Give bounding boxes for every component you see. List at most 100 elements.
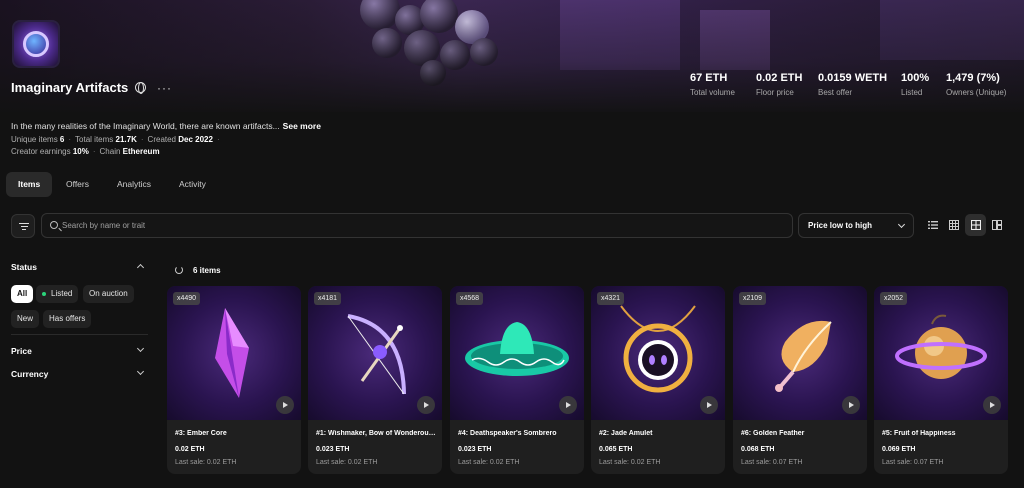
- banner-orb: [455, 10, 489, 44]
- search-input[interactable]: [62, 214, 782, 237]
- play-icon[interactable]: [983, 396, 1001, 414]
- item-price: 0.023 ETH: [316, 446, 350, 453]
- banner-orb: [395, 5, 425, 35]
- see-more-link[interactable]: See more: [283, 121, 321, 131]
- collection-meta-line-2: Creator earnings 10% · Chain Ethereum: [11, 147, 160, 156]
- status-has-offers-pill[interactable]: Has offers: [43, 310, 92, 328]
- search-bar[interactable]: [41, 213, 793, 238]
- price-filter-title[interactable]: Price: [11, 346, 32, 356]
- item-edition-badge: x4490: [173, 292, 201, 305]
- play-icon[interactable]: [842, 396, 860, 414]
- meta-separator: ·: [140, 135, 144, 144]
- refresh-icon[interactable]: [175, 266, 183, 274]
- sort-dropdown[interactable]: Price low to high: [798, 213, 914, 238]
- item-price: 0.02 ETH: [175, 446, 205, 453]
- more-options-icon[interactable]: ···: [157, 81, 172, 95]
- item-image[interactable]: x2052: [874, 286, 1008, 420]
- tab-items[interactable]: Items: [6, 172, 53, 197]
- item-price: 0.023 ETH: [458, 446, 492, 453]
- banner-orb: [404, 30, 440, 66]
- collection-logo: [12, 20, 60, 68]
- item-name: #3: Ember Core: [175, 430, 227, 437]
- banner-orb: [372, 28, 402, 58]
- status-listed-pill[interactable]: Listed: [36, 285, 79, 303]
- stat-value: 0.0159 WETH: [818, 72, 888, 84]
- filter-icon: [20, 226, 28, 228]
- item-last-sale: Last sale: 0.02 ETH: [458, 459, 520, 466]
- stat-value: 0.02 ETH: [756, 72, 803, 84]
- item-last-sale: Last sale: 0.02 ETH: [316, 459, 378, 466]
- stat-label: Floor price: [756, 88, 794, 97]
- filter-icon: [22, 229, 26, 231]
- view-list-button[interactable]: [922, 214, 943, 236]
- stat-value: 100%: [901, 72, 930, 84]
- item-image[interactable]: x4568: [450, 286, 584, 420]
- item-name: #1: Wishmaker, Bow of Wonderous Dreams: [316, 430, 438, 437]
- item-price: 0.069 ETH: [882, 446, 916, 453]
- meta-label: Total items: [75, 135, 114, 144]
- meta-separator: ·: [68, 135, 72, 144]
- item-card[interactable]: x4490 #3: Ember Core 0.02 ETH Last sale: 0.…: [167, 286, 301, 474]
- tab-offers[interactable]: Offers: [54, 172, 101, 197]
- banner-orb: [420, 0, 458, 33]
- status-filter-title[interactable]: Status: [11, 262, 37, 272]
- item-image[interactable]: x4490: [167, 286, 301, 420]
- stat-floor-price: 0.02 ETH Floor price: [756, 72, 802, 97]
- chevron-down-icon[interactable]: [136, 344, 145, 353]
- collection-meta-line-1: Unique items 6 · Total items 21.7K · Created…: [11, 135, 224, 144]
- stat-label: Best offer: [818, 88, 853, 97]
- view-large-grid-button[interactable]: [986, 214, 1007, 236]
- item-last-sale: Last sale: 0.02 ETH: [599, 459, 661, 466]
- meta-value: Ethereum: [122, 147, 160, 156]
- item-price: 0.065 ETH: [599, 446, 633, 453]
- stat-label: Listed: [901, 88, 923, 97]
- play-icon[interactable]: [417, 396, 435, 414]
- pill-label: Listed: [51, 289, 73, 298]
- meta-value: Dec 2022: [178, 135, 213, 144]
- meta-separator: ·: [92, 147, 96, 156]
- results-count: 6 items: [193, 266, 221, 275]
- item-card[interactable]: x2109 #6: Golden Feather 0.068 ETH Last sal…: [733, 286, 867, 474]
- grid-icon: [971, 220, 981, 230]
- meta-label: Unique items: [11, 135, 58, 144]
- collection-title: Imaginary Artifacts: [11, 80, 129, 95]
- tab-analytics[interactable]: Analytics: [105, 172, 163, 197]
- view-grid-button[interactable]: [965, 214, 986, 236]
- play-icon[interactable]: [700, 396, 718, 414]
- item-card[interactable]: x4321 #2: Jade Amulet 0.065 ETH Last sale: …: [591, 286, 725, 474]
- status-on-auction-pill[interactable]: On auction: [83, 285, 134, 303]
- item-last-sale: Last sale: 0.07 ETH: [741, 459, 803, 466]
- item-card[interactable]: x4568 #4: Deathspeaker's Sombrero 0.023 ET…: [450, 286, 584, 474]
- sidebar-divider: [11, 334, 148, 335]
- item-edition-badge: x4181: [314, 292, 342, 305]
- play-icon[interactable]: [559, 396, 577, 414]
- stat-value: 1,479 (7%): [946, 72, 1000, 84]
- status-new-pill[interactable]: New: [11, 310, 40, 328]
- item-image[interactable]: x2109: [733, 286, 867, 420]
- filter-toggle-button[interactable]: [11, 214, 35, 238]
- tab-activity[interactable]: Activity: [167, 172, 218, 197]
- stat-label: Owners (Unique): [946, 88, 1007, 97]
- play-icon[interactable]: [276, 396, 294, 414]
- meta-value: 10%: [72, 147, 89, 156]
- banner-building: [880, 0, 1024, 60]
- item-image[interactable]: x4321: [591, 286, 725, 420]
- small-grid-icon: [949, 220, 959, 230]
- view-small-grid-button[interactable]: [943, 214, 964, 236]
- meta-value: 21.7K: [115, 135, 137, 144]
- item-edition-badge: x2109: [739, 292, 767, 305]
- status-all-pill[interactable]: All: [11, 285, 34, 303]
- stat-label: Total volume: [690, 88, 735, 97]
- item-image[interactable]: x4181: [308, 286, 442, 420]
- stat-owners: 1,479 (7%) Owners (Unique): [946, 72, 1006, 97]
- meta-label: Created: [147, 135, 177, 144]
- banner-building: [700, 10, 770, 70]
- item-card[interactable]: x2052 #5: Fruit of Happiness 0.069 ETH Last…: [874, 286, 1008, 474]
- banner-orb: [440, 40, 470, 70]
- chevron-up-icon[interactable]: [136, 263, 145, 272]
- stat-best-offer: 0.0159 WETH Best offer: [818, 72, 887, 97]
- item-card[interactable]: x4181 #1: Wishmaker, Bow of Wonderous Dre…: [308, 286, 442, 474]
- chevron-down-icon[interactable]: [136, 367, 145, 376]
- currency-filter-title[interactable]: Currency: [11, 369, 48, 379]
- globe-icon[interactable]: [135, 82, 146, 94]
